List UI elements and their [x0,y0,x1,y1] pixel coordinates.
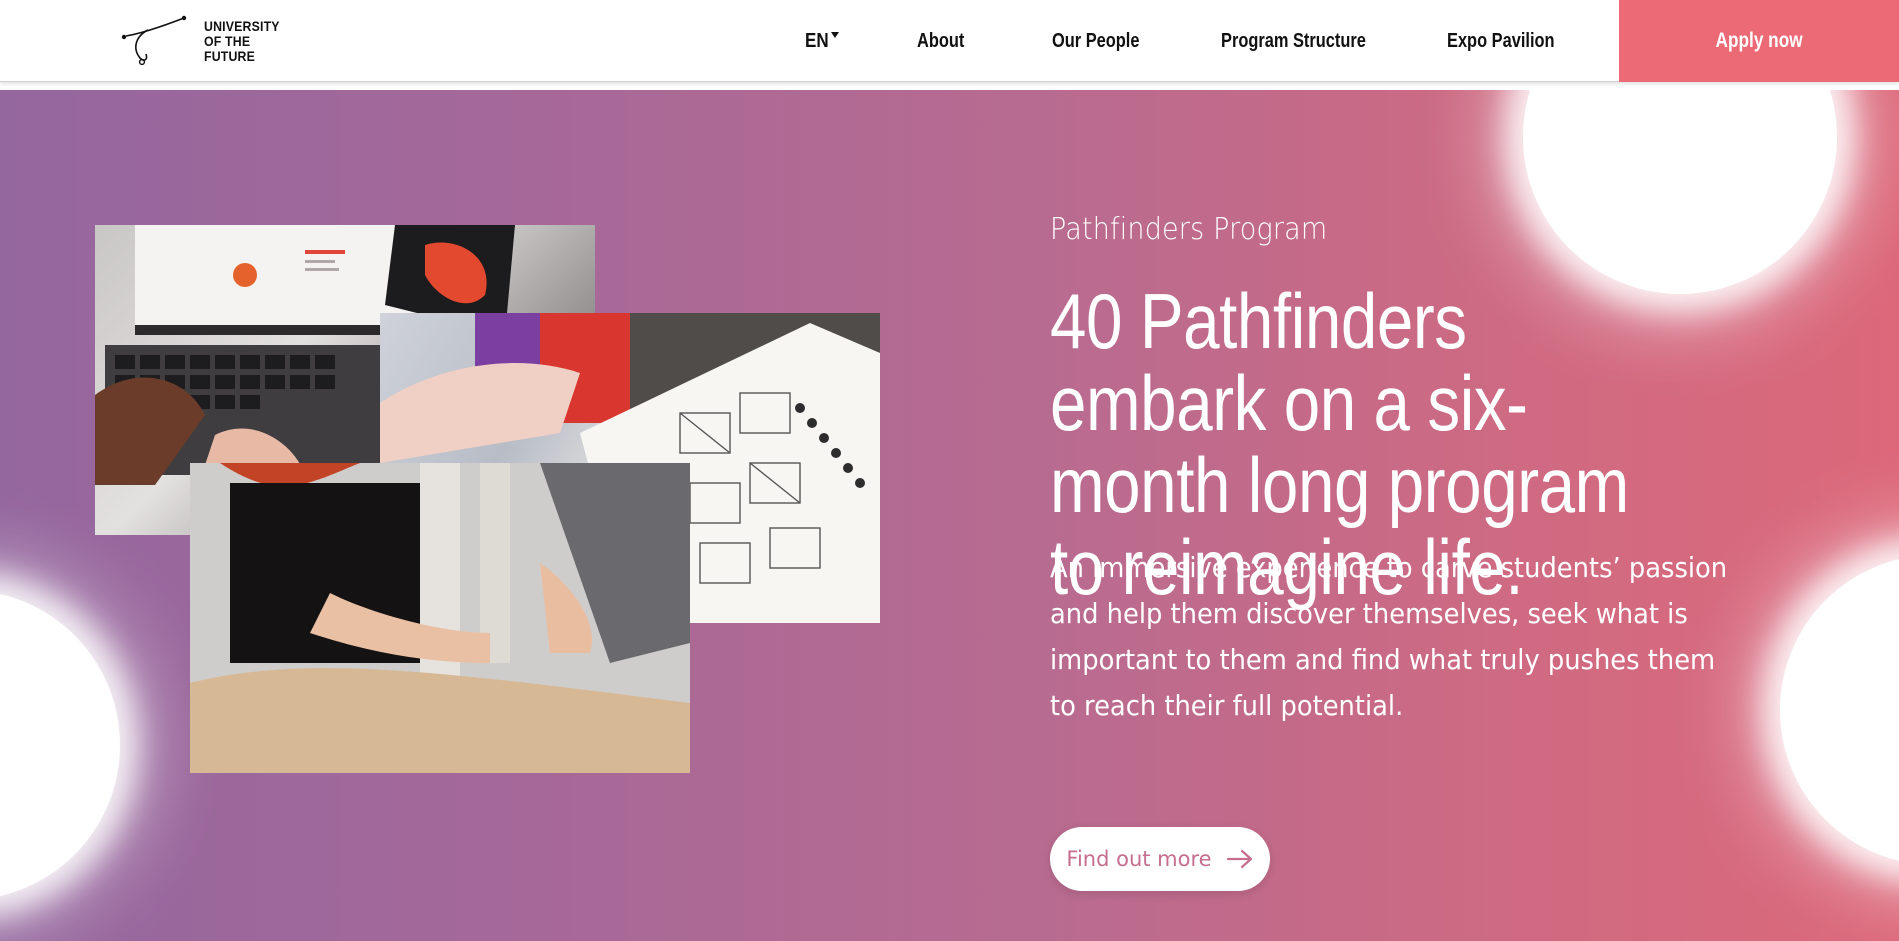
decorative-circle-right [1780,555,1899,865]
find-out-more-button[interactable]: Find out more [1050,827,1270,891]
logo-wordmark: UNIVERSITY OF THE FUTURE [204,17,280,64]
find-out-more-label: Find out more [1066,847,1212,871]
decorative-circle-top-right [1523,90,1837,294]
logo-line-3: FUTURE [204,47,256,64]
nav-our-people[interactable]: Our People [1052,0,1139,82]
logo-line-1: UNIVERSITY [204,17,280,34]
logo-line-2: OF THE [204,32,251,49]
decorative-circle-left [0,590,120,900]
apply-now-label: Apply now [1715,29,1803,52]
lace-crafting-illustration [190,463,690,773]
arrow-right-icon [1226,849,1254,869]
apply-now-button[interactable]: Apply now [1619,0,1899,82]
nav-expo-pavilion[interactable]: Expo Pavilion [1447,0,1555,82]
hero-eyebrow: Pathfinders Program [1050,212,1328,247]
lace-crafting-photo [190,463,690,773]
caret-down-icon [830,32,839,38]
language-label: EN [805,29,829,52]
nav-about[interactable]: About [917,0,964,82]
site-header: UNIVERSITY OF THE FUTURE EN About Our Pe… [0,0,1899,82]
hero-lead: An immersive experience to carve student… [1050,551,1728,722]
language-selector[interactable]: EN [805,0,839,82]
hero-section: Pathfinders Program 40 Pathfinders embar… [0,90,1899,941]
logo-mark-icon [121,15,187,66]
nav-program-structure[interactable]: Program Structure [1221,0,1366,82]
site-logo[interactable]: UNIVERSITY OF THE FUTURE [118,14,290,68]
